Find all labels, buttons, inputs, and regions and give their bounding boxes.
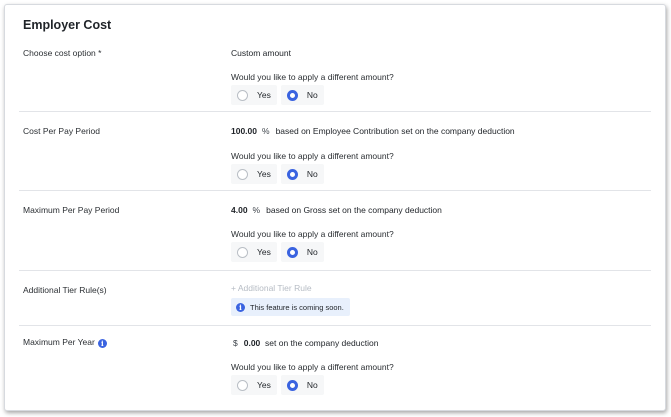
max-per-year-label: Maximum Per Year — [23, 337, 95, 347]
percent-unit: % — [262, 126, 270, 136]
coming-soon-notice: i This feature is coming soon. — [231, 298, 350, 316]
radio-yes-label: Yes — [257, 247, 271, 257]
radio-no[interactable]: No — [280, 242, 324, 262]
section-title: Employer Cost — [23, 18, 112, 32]
divider — [19, 325, 651, 326]
divider — [19, 190, 651, 191]
apply-different-radio-group: Yes No — [231, 242, 324, 262]
radio-yes[interactable]: Yes — [231, 164, 277, 184]
tier-rules-label: Additional Tier Rule(s) — [23, 285, 107, 295]
radio-no-circle-selected — [286, 168, 298, 180]
cost-option-value: Custom amount — [231, 48, 291, 58]
radio-yes[interactable]: Yes — [231, 242, 277, 262]
radio-yes[interactable]: Yes — [231, 85, 277, 105]
info-icon: i — [236, 302, 245, 312]
radio-yes-circle — [237, 168, 248, 180]
cost-per-pay-period-description: based on Employee Contribution set on th… — [275, 126, 515, 136]
radio-yes-label: Yes — [257, 169, 271, 179]
radio-yes[interactable]: Yes — [231, 375, 277, 395]
max-per-year-value: $0.00 set on the company deduction — [231, 338, 378, 348]
radio-yes-label: Yes — [257, 380, 271, 390]
cost-per-pay-period-amount: 100.00 — [231, 126, 257, 136]
radio-no[interactable]: No — [280, 375, 324, 395]
apply-different-question: Would you like to apply a different amou… — [231, 362, 394, 372]
radio-yes-circle — [237, 246, 248, 258]
apply-different-radio-group: Yes No — [231, 375, 324, 395]
max-per-year-amount: 0.00 — [243, 338, 261, 348]
max-per-pay-period-value: 4.00% based on Gross set on the company d… — [231, 205, 442, 215]
radio-no-label: No — [306, 90, 318, 100]
employer-cost-panel: Employer Cost Choose cost option * Custo… — [4, 4, 666, 411]
radio-no-label: No — [306, 247, 318, 257]
radio-no-label: No — [306, 380, 318, 390]
currency-symbol: $ — [233, 338, 238, 348]
divider — [19, 270, 651, 271]
divider — [19, 111, 651, 112]
radio-no-circle-selected — [286, 379, 298, 391]
add-tier-rule-link[interactable]: + Additional Tier Rule — [231, 283, 312, 293]
max-per-pay-period-label: Maximum Per Pay Period — [23, 205, 120, 215]
radio-no[interactable]: No — [280, 85, 324, 105]
info-icon[interactable]: i — [97, 339, 107, 348]
apply-different-question: Would you like to apply a different amou… — [231, 229, 394, 239]
radio-no-circle-selected — [286, 246, 298, 258]
max-per-pay-period-description: based on Gross set on the company deduct… — [266, 205, 442, 215]
apply-different-radio-group: Yes No — [231, 164, 324, 184]
radio-yes-label: Yes — [257, 90, 271, 100]
apply-different-radio-group: Yes No — [231, 85, 324, 105]
cost-per-pay-period-value: 100.00% based on Employee Contribution se… — [231, 126, 515, 136]
apply-different-question: Would you like to apply a different amou… — [231, 72, 394, 82]
max-per-pay-period-amount: 4.00 — [231, 205, 248, 215]
apply-different-question: Would you like to apply a different amou… — [231, 151, 394, 161]
radio-no[interactable]: No — [280, 164, 324, 184]
cost-option-label: Choose cost option * — [23, 48, 102, 58]
radio-yes-circle — [237, 89, 248, 101]
max-per-year-label-wrap: Maximum Per Year i — [23, 337, 112, 348]
cost-per-pay-period-label: Cost Per Pay Period — [23, 126, 101, 136]
radio-no-label: No — [306, 169, 318, 179]
percent-unit: % — [252, 205, 261, 215]
coming-soon-text: This feature is coming soon. — [250, 302, 344, 312]
radio-no-circle-selected — [286, 89, 298, 101]
radio-yes-circle — [237, 379, 248, 391]
max-per-year-description: set on the company deduction — [265, 338, 379, 348]
